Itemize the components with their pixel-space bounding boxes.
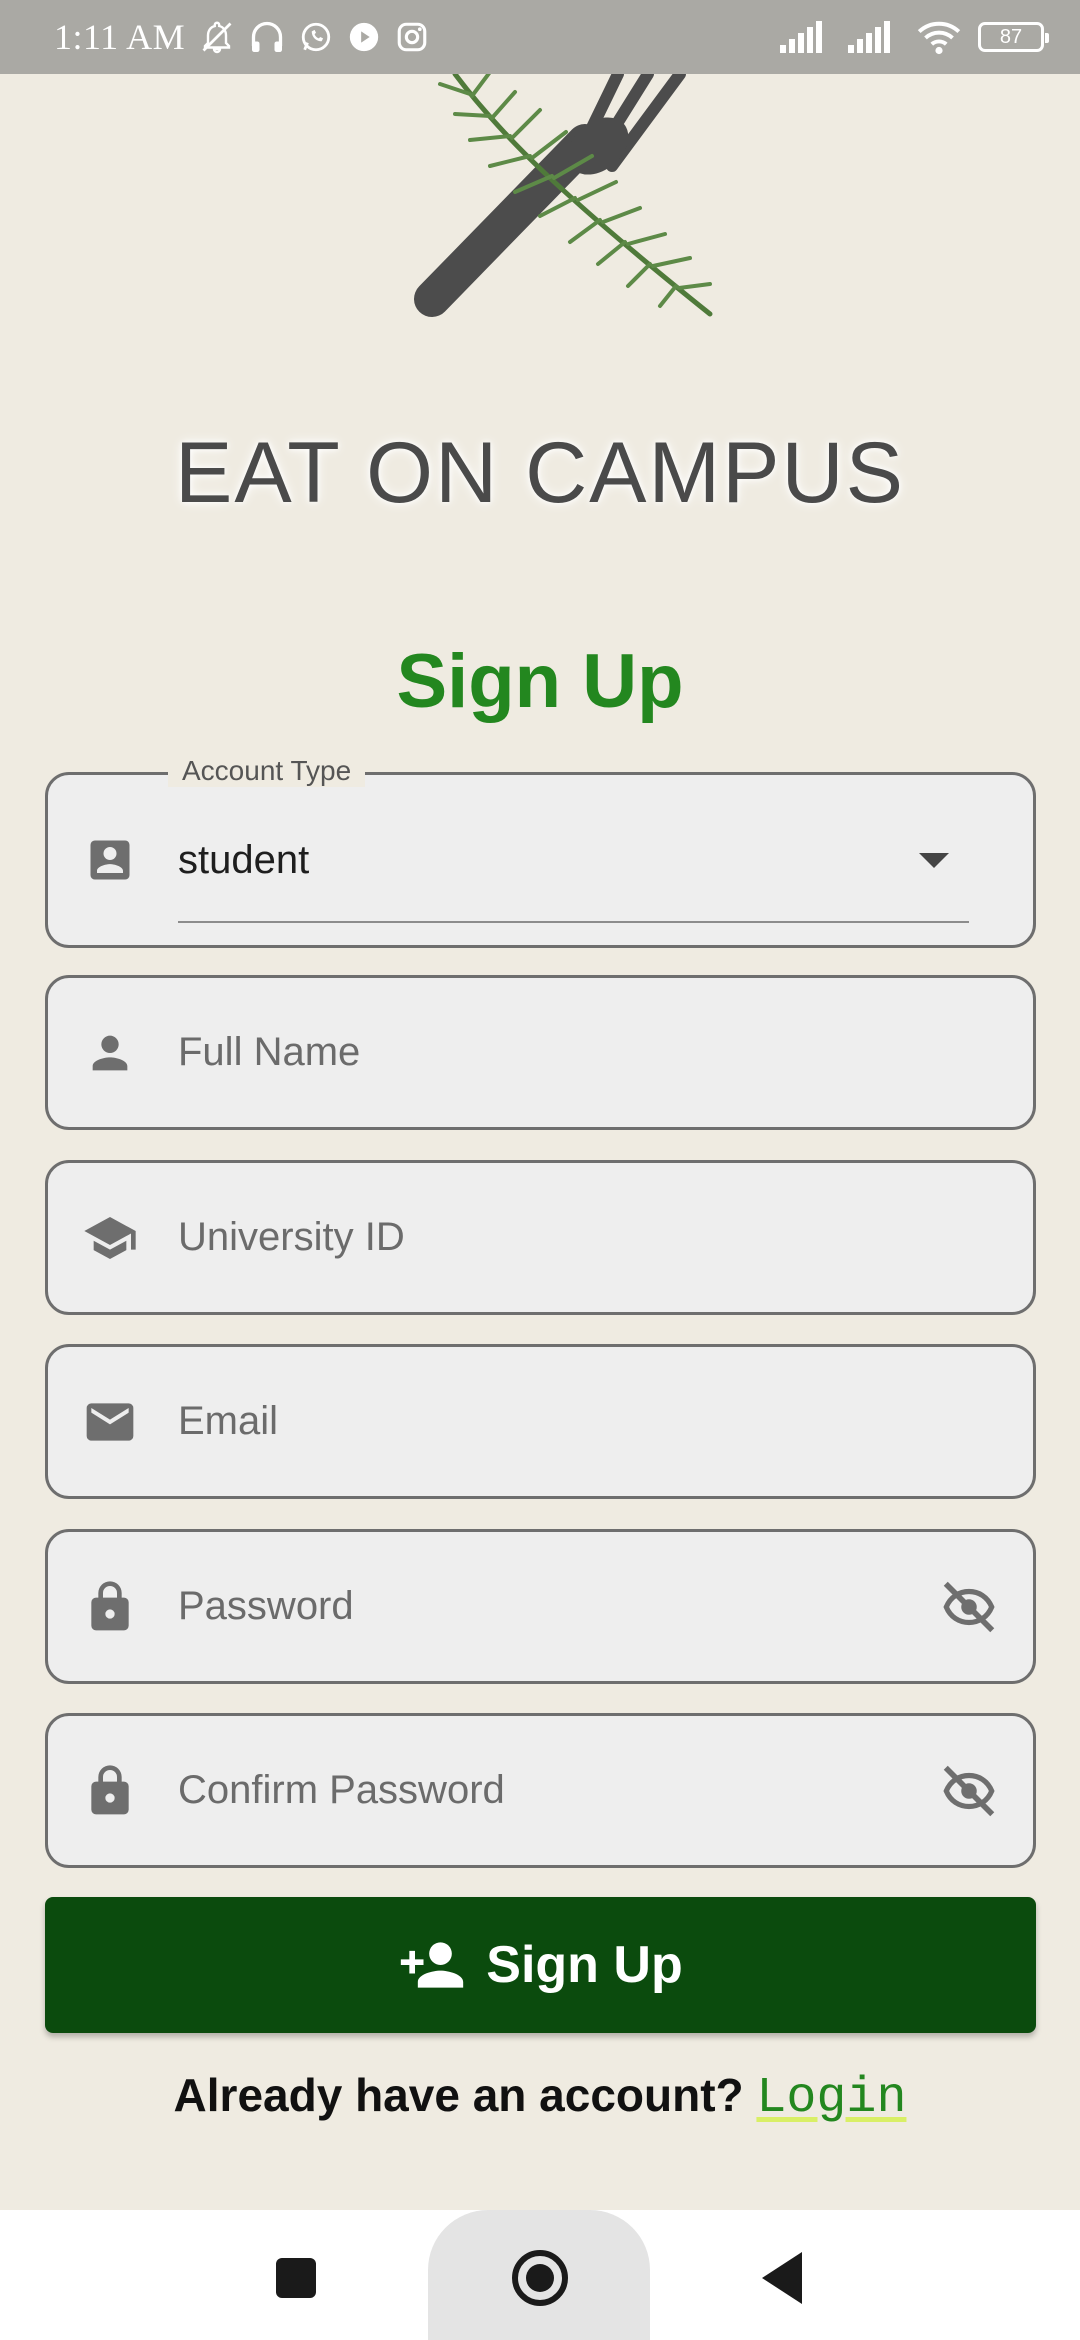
visibility-off-icon[interactable] xyxy=(937,1759,1001,1823)
mute-icon xyxy=(202,21,232,54)
lock-icon xyxy=(82,1579,138,1635)
password-field[interactable]: Password xyxy=(45,1529,1036,1684)
account-type-dropdown[interactable]: Account Type student xyxy=(45,755,1036,948)
confirm-password-field[interactable]: Confirm Password xyxy=(45,1713,1036,1868)
mail-icon xyxy=(82,1394,138,1450)
confirm-password-placeholder: Confirm Password xyxy=(178,1768,505,1812)
login-prompt-text: Already have an account? xyxy=(173,2069,744,2121)
logo-text: EAT ON CAMPUS xyxy=(174,425,906,521)
signal-icon xyxy=(848,21,890,53)
university-id-field[interactable]: University ID xyxy=(45,1160,1036,1315)
battery-icon: 87 xyxy=(978,22,1049,52)
instagram-icon xyxy=(397,22,427,52)
lock-icon xyxy=(82,1763,138,1819)
wifi-icon xyxy=(917,21,961,55)
headphones-icon xyxy=(252,21,283,52)
back-icon[interactable] xyxy=(762,2252,802,2304)
account-box-icon xyxy=(82,832,138,888)
home-icon[interactable] xyxy=(512,2250,568,2306)
account-type-label: Account Type xyxy=(168,755,366,787)
password-placeholder: Password xyxy=(178,1584,354,1628)
sign-up-button[interactable]: Sign Up xyxy=(45,1897,1036,2033)
whatsapp-icon xyxy=(302,22,331,52)
login-prompt: Already have an account? Login xyxy=(0,2068,1080,2127)
person-icon xyxy=(82,1025,138,1081)
dropdown-underline xyxy=(178,921,969,923)
status-bar: 1:11 AM 87 xyxy=(0,0,1080,74)
email-field[interactable]: Email xyxy=(45,1344,1036,1499)
youtube-icon xyxy=(350,22,379,52)
chevron-down-icon xyxy=(919,852,949,868)
login-link[interactable]: Login xyxy=(756,2070,906,2127)
account-type-value: student xyxy=(178,837,310,882)
page-title: Sign Up xyxy=(396,639,684,724)
fork-rosemary-logo-icon xyxy=(414,74,713,317)
recents-icon[interactable] xyxy=(276,2258,316,2298)
app-logo: EAT ON CAMPUS xyxy=(0,74,1080,521)
person-add-icon xyxy=(401,1942,464,1988)
battery-level: 87 xyxy=(999,25,1023,48)
email-placeholder: Email xyxy=(178,1399,279,1443)
navigation-bar xyxy=(0,2210,1080,2340)
visibility-off-icon[interactable] xyxy=(937,1575,1001,1639)
full-name-placeholder: Full Name xyxy=(178,1030,361,1074)
signal-icon xyxy=(780,21,822,53)
school-icon xyxy=(82,1210,138,1266)
sign-up-button-label: Sign Up xyxy=(486,1936,683,1994)
university-id-placeholder: University ID xyxy=(178,1215,405,1259)
status-time: 1:11 AM xyxy=(54,17,186,57)
full-name-field[interactable]: Full Name xyxy=(45,975,1036,1130)
